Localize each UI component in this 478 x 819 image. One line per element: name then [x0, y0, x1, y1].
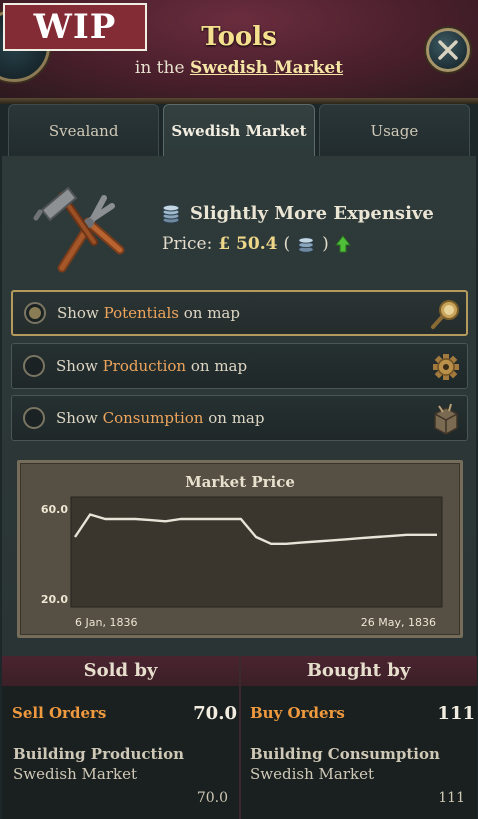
option-suffix: on map — [208, 409, 265, 427]
crate-icon — [434, 403, 458, 435]
sell-orders-label: Sell Orders — [12, 704, 107, 722]
trend-up-arrow-icon — [334, 235, 351, 253]
close-paren: ) — [322, 234, 329, 254]
building-production-value: 70.0 — [196, 790, 228, 806]
column-divider — [239, 656, 241, 819]
price-value: £ 50.4 — [218, 234, 278, 254]
tab-bar: Svealand Swedish Market Usage — [6, 104, 472, 156]
option-highlight: Production — [102, 357, 187, 375]
coin-stack-icon — [298, 237, 314, 253]
building-consumption-title: Building Consumption — [250, 745, 440, 763]
option-highlight: Potentials — [103, 304, 179, 322]
wip-badge: WIP — [3, 3, 147, 51]
tab-swedish-market[interactable]: Swedish Market — [163, 104, 315, 156]
x-tick-label-end: 26 May, 1836 — [361, 616, 436, 629]
gear-icon — [433, 354, 459, 380]
market-price-chart: Market Price 60.0 20.0 6 Jan, 1836 26 Ma… — [17, 460, 463, 638]
open-paren: ( — [283, 234, 291, 254]
option-label: Show Potentials on map — [57, 304, 240, 322]
option-label: Show Consumption on map — [56, 409, 264, 427]
subtitle-prefix: in the — [134, 58, 185, 78]
price-status: Slightly More Expensive — [160, 202, 434, 224]
option-highlight: Consumption — [102, 409, 204, 427]
price-label: Price: — [162, 234, 213, 254]
building-consumption-market: Swedish Market — [250, 765, 374, 783]
radio-button[interactable] — [23, 407, 45, 429]
building-production-market: Swedish Market — [13, 765, 137, 783]
buy-orders-label: Buy Orders — [250, 704, 345, 722]
sold-by-header: Sold by — [2, 656, 239, 686]
radio-dot — [29, 307, 41, 319]
building-consumption-value: 111 — [438, 790, 465, 806]
radio-button[interactable] — [23, 355, 45, 377]
market-link[interactable]: Swedish Market — [190, 58, 343, 78]
radio-button[interactable] — [24, 302, 46, 324]
chart-plot-area — [70, 496, 443, 608]
close-icon — [438, 40, 458, 60]
price-row: Price: £ 50.4 ( ) — [162, 234, 351, 254]
price-status-label: Slightly More Expensive — [190, 202, 434, 224]
tab-usage[interactable]: Usage — [318, 104, 470, 156]
option-prefix: Show — [56, 357, 98, 375]
hammer-pliers-icon — [33, 186, 125, 273]
y-tick-label-top: 60.0 — [41, 503, 68, 516]
building-production-title: Building Production — [13, 745, 185, 763]
tab-svealand[interactable]: Svealand — [8, 104, 160, 156]
option-label: Show Production on map — [56, 357, 247, 375]
sell-orders-row[interactable]: Sell Orders 70.0 — [12, 698, 237, 728]
y-tick-label-bottom: 20.0 — [41, 593, 68, 606]
chart-plot: 60.0 20.0 6 Jan, 1836 26 May, 1836 — [41, 496, 443, 629]
show-consumption-option[interactable]: Show Consumption on map — [11, 395, 468, 441]
coin-stack-icon — [162, 204, 180, 224]
close-button[interactable] — [426, 28, 470, 72]
page-subtitle: in the Swedish Market — [0, 58, 478, 78]
magnifier-icon — [431, 300, 459, 329]
bought-by-header: Bought by — [240, 656, 477, 686]
option-prefix: Show — [56, 409, 98, 427]
show-potentials-option[interactable]: Show Potentials on map — [11, 290, 468, 336]
buy-orders-row[interactable]: Buy Orders 111 — [250, 698, 475, 728]
sell-orders-value: 70.0 — [193, 702, 237, 724]
show-production-option[interactable]: Show Production on map — [11, 343, 468, 389]
option-prefix: Show — [57, 304, 99, 322]
buy-orders-value: 111 — [437, 702, 475, 724]
option-suffix: on map — [190, 357, 248, 375]
x-tick-label-start: 6 Jan, 1836 — [75, 616, 137, 629]
option-suffix: on map — [183, 304, 240, 322]
